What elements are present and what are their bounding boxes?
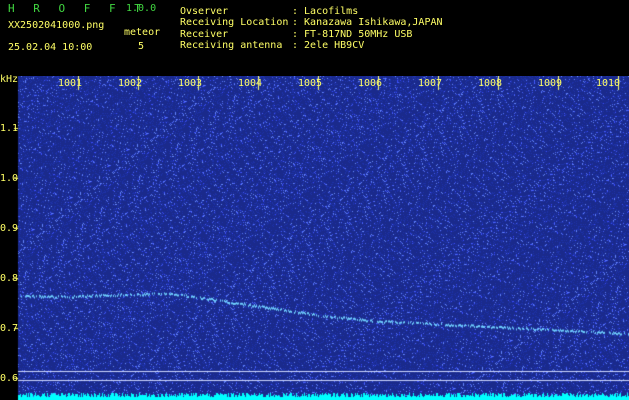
info-key-location: Receiving Location [180,17,289,28]
capture-datetime: 25.02.04 10:00 [8,42,93,53]
y-tick-label: 0.8 [0,273,19,284]
info-value-antenna: : 2ele HB9CV [292,40,365,51]
x-tick-label: 1006 [358,78,383,89]
header-panel: H R O F F T 1.0.0 XX2502041000.png meteo… [0,0,629,76]
info-key-receiver: Receiver [180,29,229,40]
x-tick-label: 1010 [596,78,621,89]
x-tick-label: 1009 [538,78,563,89]
y-tick-label: 0.7 [0,323,19,334]
y-axis-unit: kHz [0,74,19,85]
meteor-count: 5 [138,41,145,52]
x-tick-label: 1007 [418,78,443,89]
info-key-antenna: Receiving antenna [180,40,283,51]
app-version: 1.0.0 [126,3,157,14]
info-value-location: : Kanazawa Ishikawa,JAPAN [292,17,443,28]
y-tick-label: 1.1 [0,123,19,134]
meteor-label: meteor [124,27,161,38]
x-tick-label: 1001 [58,78,83,89]
info-value-observer: : Lacofilms [292,6,359,17]
file-name: XX2502041000.png [8,20,105,31]
x-tick-label: 1004 [238,78,263,89]
x-tick-label: 1002 [118,78,143,89]
x-tick-label: 1003 [178,78,203,89]
y-tick-label: 0.9 [0,223,19,234]
y-tick-label: 0.6 [0,373,19,384]
x-tick-label: 1008 [478,78,503,89]
info-value-receiver: : FT-817ND 50MHz USB [292,29,413,40]
info-key-observer: Ovserver [180,6,229,17]
spectrogram-canvas [0,76,629,400]
y-tick-label: 1.0 [0,173,19,184]
x-tick-label: 1005 [298,78,323,89]
